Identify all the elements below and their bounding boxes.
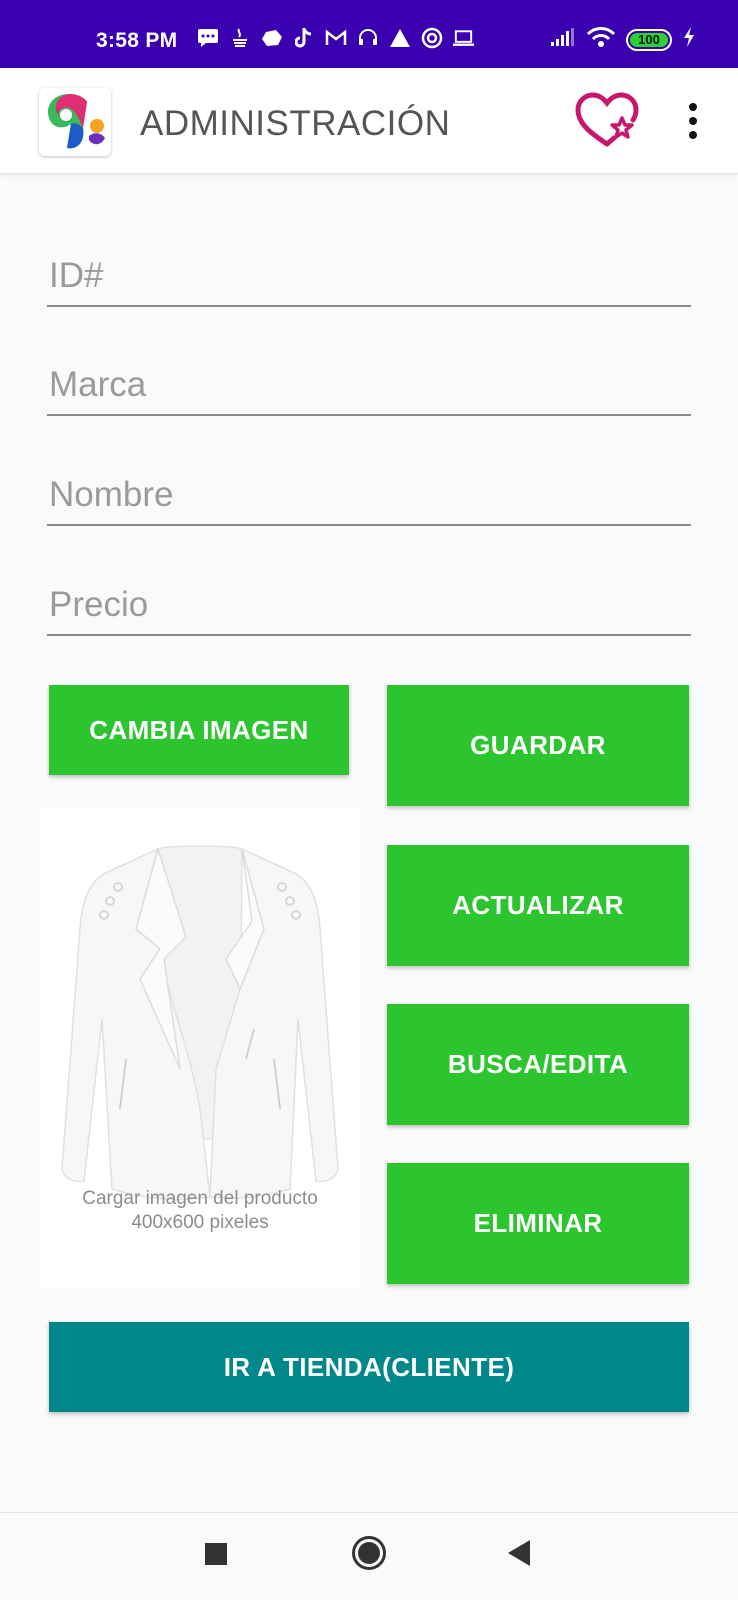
charging-icon <box>682 26 696 53</box>
recents-icon[interactable] <box>205 1543 227 1565</box>
price-input[interactable] <box>47 576 691 636</box>
status-time: 3:58 PM <box>96 29 178 52</box>
battery-indicator: 100 <box>626 28 672 51</box>
save-button[interactable]: GUARDAR <box>387 685 689 806</box>
image-caption-line2: 400x600 pixeles <box>131 1212 269 1233</box>
change-image-button[interactable]: CAMBIA IMAGEN <box>49 685 349 775</box>
battery-level: 100 <box>638 32 660 47</box>
wifi-icon <box>586 26 616 53</box>
target-icon <box>420 26 443 49</box>
tiktok-icon <box>292 26 315 49</box>
delete-button[interactable]: ELIMINAR <box>387 1163 689 1284</box>
laptop-icon <box>452 26 475 49</box>
update-button[interactable]: ACTUALIZAR <box>387 845 689 966</box>
image-caption: Cargar imagen del producto 400x600 pixel… <box>40 1187 360 1235</box>
search-edit-button[interactable]: BUSCA/EDITA <box>387 1004 689 1125</box>
status-right: 100 <box>550 26 696 53</box>
status-bar: 3:58 PM 100 <box>0 0 738 68</box>
navigation-bar <box>0 1512 738 1600</box>
page-title: ADMINISTRACIÓN <box>140 104 451 143</box>
more-vert-icon[interactable] <box>680 98 706 144</box>
id-input[interactable] <box>47 247 691 307</box>
notification-icons <box>196 26 475 49</box>
app-logo-icon <box>39 88 111 156</box>
image-caption-line1: Cargar imagen del producto <box>82 1188 318 1209</box>
go-to-store-button[interactable]: IR A TIENDA(CLIENTE) <box>49 1322 689 1412</box>
app-bar: ADMINISTRACIÓN <box>0 68 738 174</box>
home-icon[interactable] <box>352 1536 386 1570</box>
product-image[interactable]: Cargar imagen del producto 400x600 pixel… <box>40 809 360 1287</box>
name-input[interactable] <box>47 466 691 526</box>
message-icon <box>196 26 219 49</box>
back-icon[interactable] <box>508 1540 530 1566</box>
signal-icon <box>550 27 576 52</box>
gmail-icon <box>324 26 347 49</box>
cloud-icon <box>260 26 283 49</box>
brand-input[interactable] <box>47 356 691 416</box>
favorites-heart-icon[interactable] <box>574 92 640 150</box>
headset-icon <box>356 26 379 49</box>
java-icon <box>228 26 251 49</box>
app-icon <box>388 26 411 49</box>
